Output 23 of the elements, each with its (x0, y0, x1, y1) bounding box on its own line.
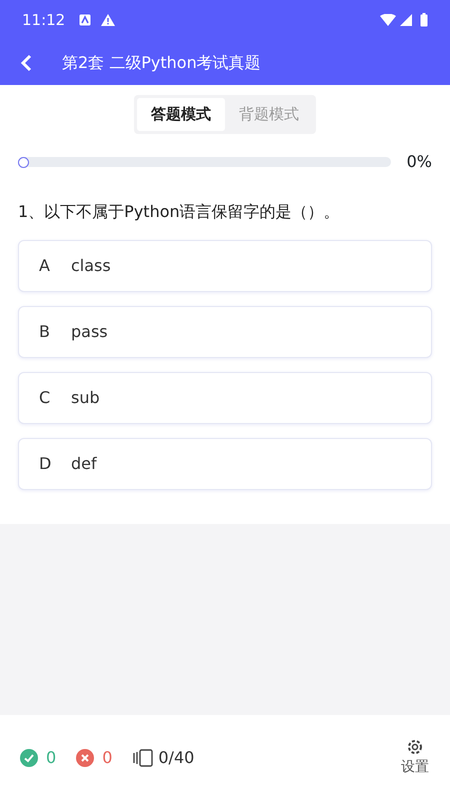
wrong-count: 0 (102, 746, 112, 768)
page-title: 第2套 二级Python考试真题 (62, 52, 261, 74)
answer-option[interactable]: D def (18, 438, 432, 490)
status-time: 11:12 (22, 10, 66, 31)
back-icon[interactable] (20, 54, 32, 72)
check-icon (20, 748, 38, 766)
answer-option[interactable]: B pass (18, 306, 432, 358)
notification-icon (79, 14, 92, 26)
question-text: 1、以下不属于Python语言保留字的是（）。 (18, 200, 341, 222)
answer-option[interactable]: C sub (18, 372, 432, 424)
warning-icon (101, 14, 116, 26)
mode-tab[interactable]: 答题模式 (137, 98, 225, 130)
settings-button[interactable]: 设置 (400, 736, 430, 779)
correct-count: 0 (46, 746, 56, 768)
gear-icon (405, 737, 425, 757)
wifi-icon (380, 14, 396, 26)
question-count: 0/40 (158, 746, 194, 768)
answer-option[interactable]: A class (18, 240, 432, 292)
signal-icon (400, 14, 412, 26)
cards-icon (132, 748, 154, 766)
battery-icon (420, 13, 428, 27)
cross-icon (76, 748, 94, 766)
progress-percent: 0% (406, 150, 432, 172)
